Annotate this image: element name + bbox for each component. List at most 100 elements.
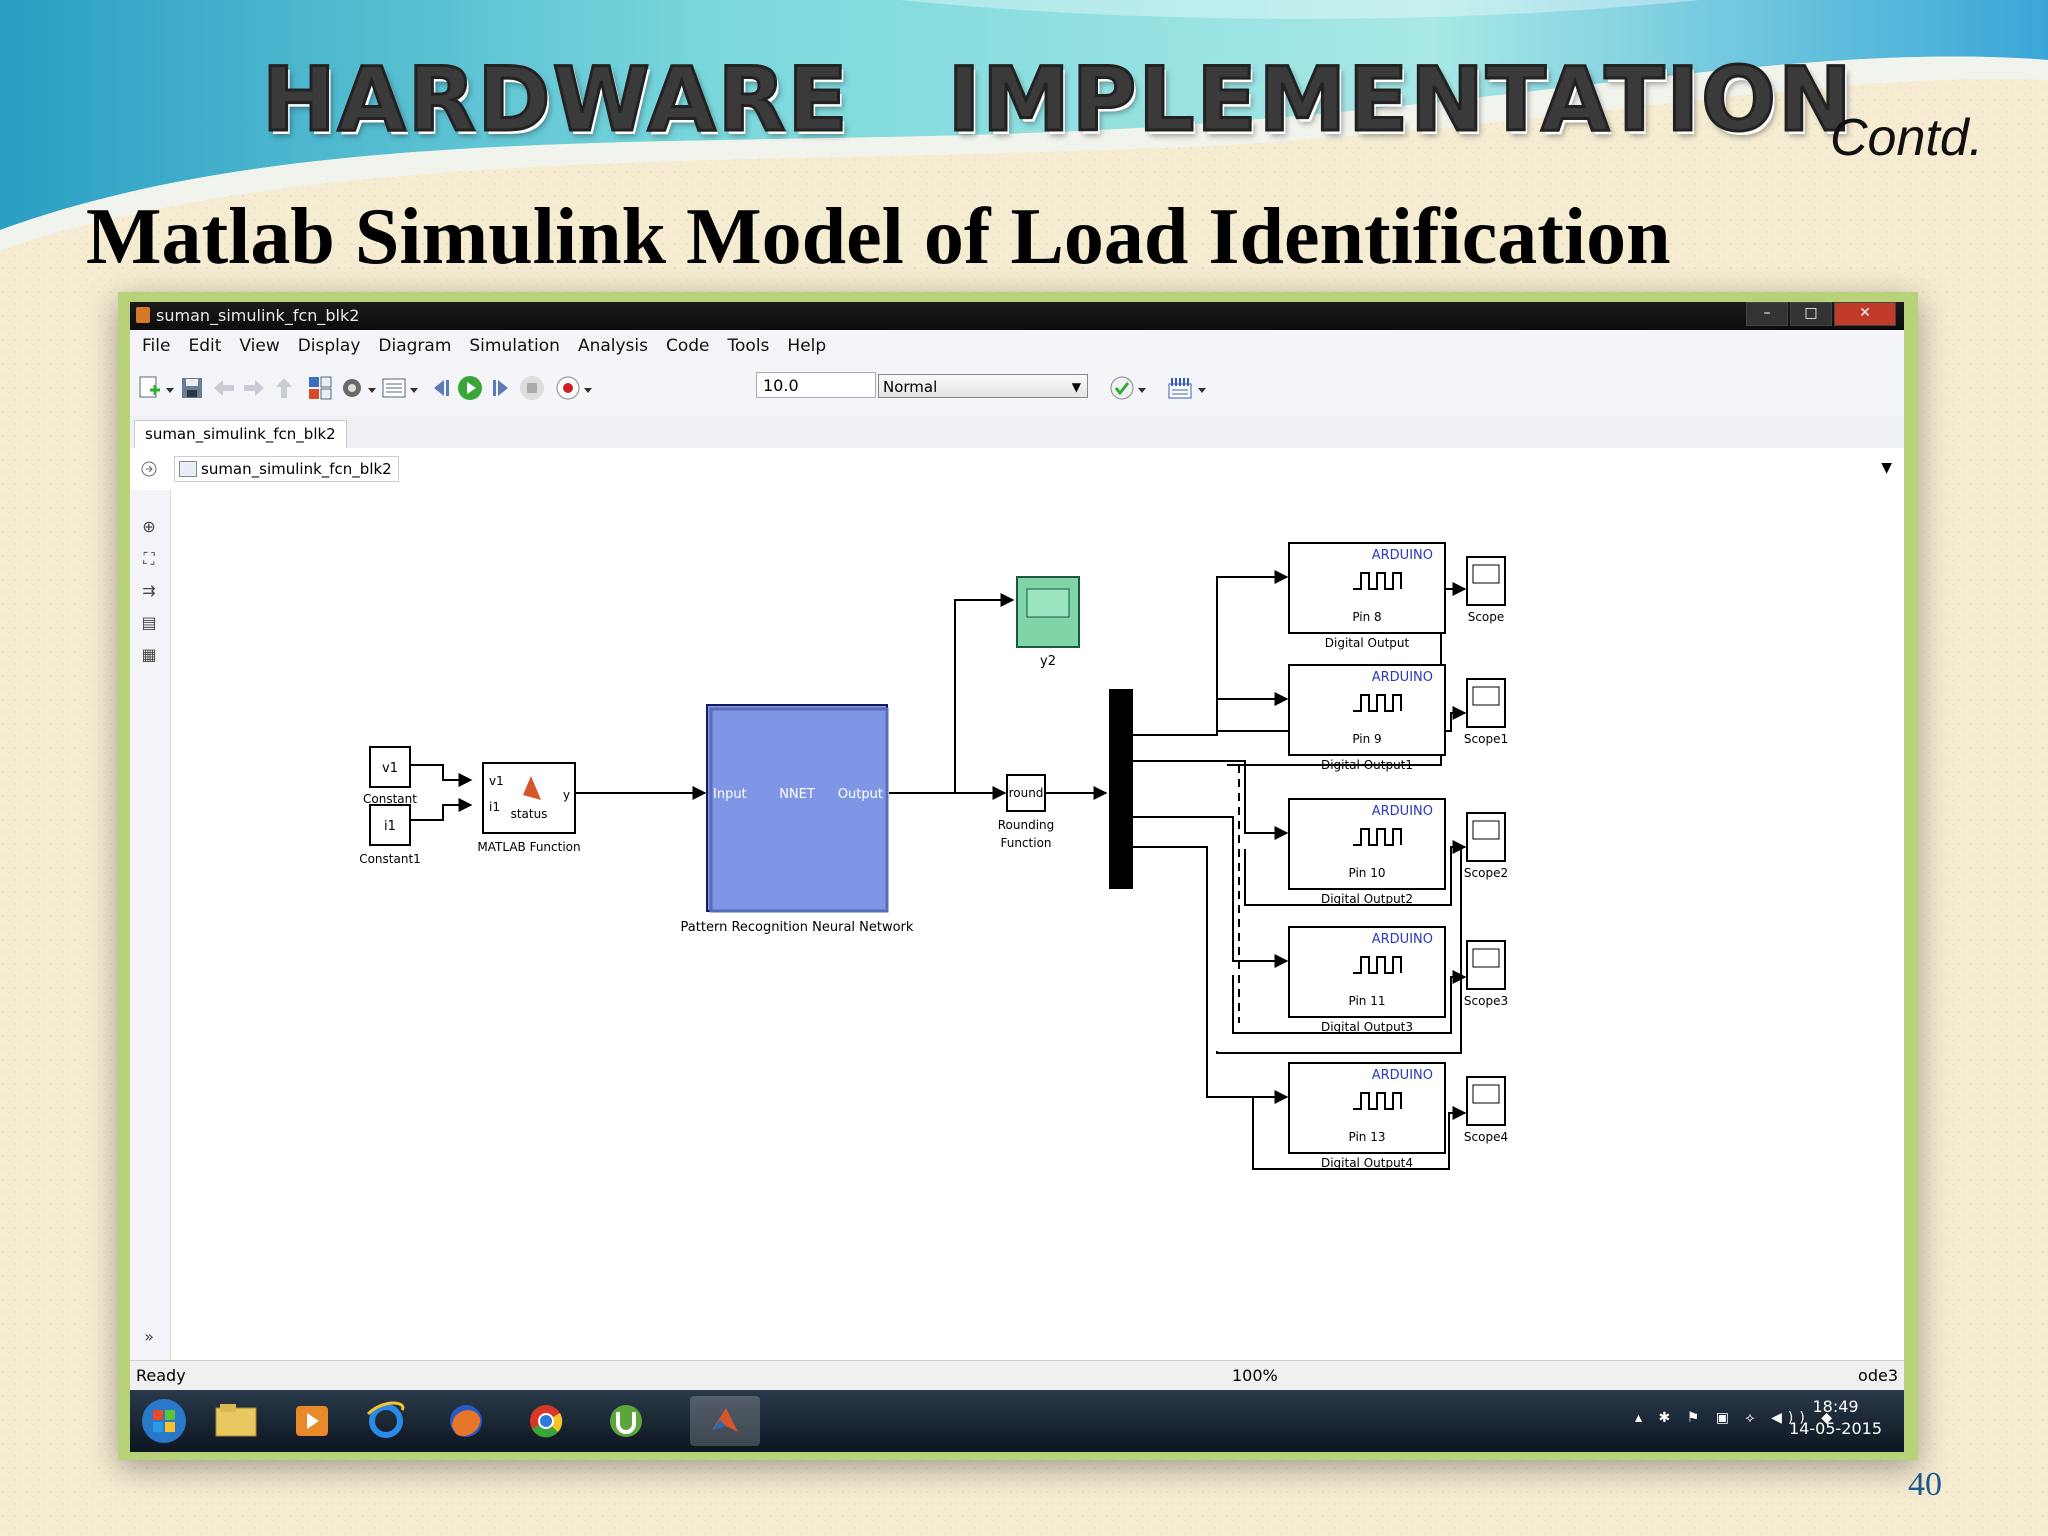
arduino-label: ARDUINO — [1372, 548, 1433, 563]
mf-output-y: y — [563, 788, 570, 802]
arduino-label: ARDUINO — [1372, 804, 1433, 819]
menu-edit[interactable]: Edit — [188, 336, 221, 356]
step-back-icon[interactable] — [426, 374, 454, 402]
tab-strip: suman_simulink_fcn_blk2 — [130, 416, 1904, 449]
pulse-icon — [1353, 572, 1402, 590]
scope-label: Scope4 — [1464, 1130, 1508, 1144]
pin-label: Pin 11 — [1349, 994, 1386, 1008]
scope-2[interactable]: Scope2 — [1464, 812, 1508, 880]
up-arrow-icon[interactable] — [270, 374, 298, 402]
left-palette: ⊕ ⛶ ⇉ ▤ ▦ » — [130, 490, 171, 1360]
model-canvas: v1 Constant i1 Constant1 v1 i1 status y … — [171, 490, 1904, 1360]
explorer-dropdown-icon[interactable] — [408, 374, 420, 402]
digital-output-3[interactable]: ARDUINO Pin 11 Digital Output3 — [1288, 926, 1446, 1034]
build-icon[interactable] — [1166, 374, 1194, 402]
annotation-icon[interactable]: ▤ — [138, 612, 160, 634]
digital-output-label: Digital Output4 — [1321, 1156, 1413, 1170]
digital-output-label: Digital Output3 — [1321, 1020, 1413, 1034]
scope-3[interactable]: Scope3 — [1464, 940, 1508, 1008]
maximize-button[interactable]: □ — [1790, 302, 1832, 326]
config-dropdown-icon[interactable] — [366, 374, 378, 402]
scope-4[interactable]: Scope4 — [1464, 1076, 1508, 1144]
menu-tools[interactable]: Tools — [728, 336, 770, 356]
hide-browser-icon[interactable] — [140, 460, 158, 478]
nnet-input-port: Input — [713, 787, 747, 802]
window-title: suman_simulink_fcn_blk2 — [156, 306, 360, 325]
menu-file[interactable]: File — [142, 336, 170, 356]
new-model-icon[interactable] — [136, 374, 164, 402]
chrome-icon[interactable] — [514, 1396, 578, 1446]
taskbar-clock[interactable]: 18:49 14-05-2015 — [1789, 1396, 1882, 1440]
menu-view[interactable]: View — [239, 336, 279, 356]
pin-label: Pin 8 — [1352, 610, 1381, 624]
media-player-icon[interactable] — [280, 1396, 344, 1446]
expand-palette-icon[interactable]: » — [138, 1326, 160, 1348]
save-icon[interactable] — [178, 374, 206, 402]
digital-output-0[interactable]: ARDUINO Pin 8 Digital Output — [1288, 542, 1446, 650]
start-button-icon[interactable] — [136, 1396, 192, 1446]
back-arrow-icon[interactable] — [210, 374, 238, 402]
pulse-icon — [1353, 956, 1402, 974]
model-icon — [179, 461, 197, 477]
digital-output-2[interactable]: ARDUINO Pin 10 Digital Output2 — [1288, 798, 1446, 906]
stop-time-input[interactable]: 10.0 — [756, 372, 876, 398]
internet-explorer-icon[interactable] — [354, 1396, 418, 1446]
digital-output-4[interactable]: ARDUINO Pin 13 Digital Output4 — [1288, 1062, 1446, 1170]
model-config-gear-icon[interactable] — [338, 374, 366, 402]
pin-label: Pin 13 — [1349, 1130, 1386, 1144]
utorrent-icon[interactable] — [594, 1396, 658, 1446]
run-icon[interactable] — [456, 374, 484, 402]
scope-screen-icon — [1472, 686, 1500, 706]
slide-subtitle: Matlab Simulink Model of Load Identifica… — [86, 193, 1671, 281]
record-dropdown-icon[interactable] — [582, 374, 594, 402]
stop-icon[interactable] — [518, 374, 546, 402]
pulse-icon — [1353, 694, 1402, 712]
firefox-icon[interactable] — [434, 1396, 498, 1446]
demux-block[interactable] — [1109, 689, 1133, 889]
new-dropdown-icon[interactable] — [164, 374, 176, 402]
matlab-taskbar-icon[interactable] — [690, 1396, 760, 1446]
fit-to-view-icon[interactable]: ⛶ — [138, 548, 160, 570]
forward-arrow-icon[interactable] — [240, 374, 268, 402]
scope-label: Scope3 — [1464, 994, 1508, 1008]
mf-status: status — [511, 807, 548, 821]
simulation-mode-select[interactable]: Normal ▼ — [878, 374, 1088, 398]
scope-label: Scope1 — [1464, 732, 1508, 746]
mf-input-i1: i1 — [489, 800, 500, 814]
scope-screen-icon — [1472, 564, 1500, 584]
menu-diagram[interactable]: Diagram — [378, 336, 451, 356]
menu-code[interactable]: Code — [666, 336, 710, 356]
digital-output-1[interactable]: ARDUINO Pin 9 Digital Output1 — [1288, 664, 1446, 772]
scope-1[interactable]: Scope1 — [1464, 678, 1508, 746]
nnet-block[interactable] — [706, 704, 888, 912]
menu-display[interactable]: Display — [298, 336, 361, 356]
pin-label: Pin 9 — [1352, 732, 1381, 746]
library-browser-icon[interactable] — [306, 374, 334, 402]
scope-label: Scope — [1468, 610, 1505, 624]
chevron-down-icon: ▼ — [1071, 380, 1081, 394]
step-forward-icon[interactable] — [488, 374, 516, 402]
scope-0[interactable]: Scope — [1466, 556, 1506, 624]
arrow-right-icon[interactable]: ⇉ — [138, 580, 160, 602]
menu-analysis[interactable]: Analysis — [578, 336, 648, 356]
address-dropdown-icon[interactable]: ▼ — [1881, 460, 1892, 476]
breadcrumb[interactable]: suman_simulink_fcn_blk2 — [174, 456, 399, 482]
close-button[interactable]: ✕ — [1834, 302, 1896, 326]
status-bar: Ready 100% ode3 — [130, 1360, 1904, 1391]
model-advisor-check-icon[interactable] — [1108, 374, 1136, 402]
menu-simulation[interactable]: Simulation — [469, 336, 560, 356]
image-icon[interactable]: ▦ — [138, 644, 160, 666]
minimize-button[interactable]: – — [1746, 302, 1788, 326]
advisor-dropdown-icon[interactable] — [1136, 374, 1148, 402]
build-dropdown-icon[interactable] — [1196, 374, 1208, 402]
model-explorer-icon[interactable] — [380, 374, 408, 402]
tab-model[interactable]: suman_simulink_fcn_blk2 — [134, 420, 347, 448]
constant-label: Constant — [363, 792, 417, 806]
arduino-label: ARDUINO — [1372, 670, 1433, 685]
record-icon[interactable] — [554, 374, 582, 402]
zoom-in-icon[interactable]: ⊕ — [138, 516, 160, 538]
solver-name[interactable]: ode3 — [1858, 1366, 1898, 1385]
file-explorer-icon[interactable] — [204, 1396, 268, 1446]
menu-help[interactable]: Help — [787, 336, 826, 356]
zoom-level: 100% — [1232, 1366, 1278, 1385]
